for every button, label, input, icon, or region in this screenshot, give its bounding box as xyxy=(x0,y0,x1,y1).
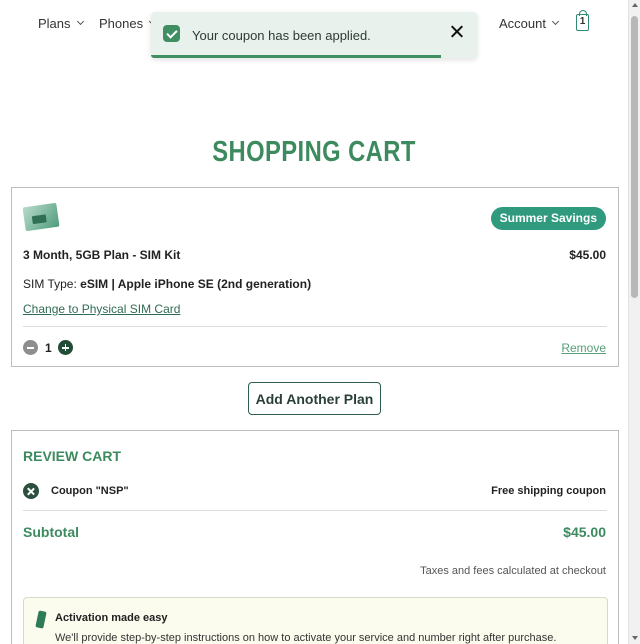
check-icon xyxy=(163,25,180,42)
review-cart-card: REVIEW CART Coupon "NSP" Free shipping c… xyxy=(11,430,619,644)
cart-bag-icon[interactable]: 1 xyxy=(576,10,589,31)
chevron-down-icon xyxy=(76,17,84,26)
item-name: 3 Month, 5GB Plan - SIM Kit xyxy=(23,248,181,262)
nav-phones[interactable]: Phones xyxy=(99,16,157,31)
sim-type: SIM Type: eSIM | Apple iPhone SE (2nd ge… xyxy=(23,277,311,291)
divider xyxy=(23,510,607,511)
scroll-down-arrow-icon[interactable] xyxy=(632,636,638,640)
remove-coupon-icon[interactable] xyxy=(23,483,39,499)
nav-account[interactable]: Account xyxy=(499,16,560,31)
sim-type-label: SIM Type: xyxy=(23,277,81,291)
cart-count: 1 xyxy=(579,16,586,27)
sim-type-value: eSIM | Apple iPhone SE (2nd generation) xyxy=(80,277,312,291)
change-sim-link[interactable]: Change to Physical SIM Card xyxy=(23,302,180,316)
sim-kit-image xyxy=(22,202,60,232)
quantity-increase-button[interactable] xyxy=(58,340,73,355)
divider xyxy=(23,326,607,327)
nav-plans[interactable]: Plans xyxy=(38,16,84,31)
activation-title: Activation made easy xyxy=(55,612,168,624)
subtotal-label: Subtotal xyxy=(23,524,79,540)
item-price: $45.00 xyxy=(569,248,606,262)
review-cart-title: REVIEW CART xyxy=(23,448,121,464)
quantity-decrease-button[interactable] xyxy=(23,340,38,355)
subtotal-value: $45.00 xyxy=(563,524,606,540)
close-icon[interactable] xyxy=(447,22,467,42)
tax-note: Taxes and fees calculated at checkout xyxy=(420,565,606,577)
nav-phones-label: Phones xyxy=(99,16,144,31)
page-title: SHOPPING CART xyxy=(212,136,416,168)
add-another-plan-button[interactable]: Add Another Plan xyxy=(248,382,381,415)
cart-item-card: Summer Savings 3 Month, 5GB Plan - SIM K… xyxy=(11,187,619,367)
phone-icon xyxy=(35,610,47,629)
scroll-up-arrow-icon[interactable] xyxy=(632,3,638,7)
nav-plans-label: Plans xyxy=(38,16,71,31)
scrollbar-thumb[interactable] xyxy=(631,16,638,298)
coupon-label: Coupon "NSP" xyxy=(51,485,129,497)
toast-message: Your coupon has been applied. xyxy=(192,28,371,43)
coupon-toast: Your coupon has been applied. xyxy=(151,12,477,58)
chevron-down-icon xyxy=(551,17,560,26)
activation-notice: Activation made easy We'll provide step-… xyxy=(23,597,608,644)
remove-link[interactable]: Remove xyxy=(561,341,606,355)
coupon-value: Free shipping coupon xyxy=(491,485,606,497)
quantity-value: 1 xyxy=(45,341,52,355)
promo-badge: Summer Savings xyxy=(490,207,606,230)
activation-text: We'll provide step-by-step instructions … xyxy=(55,632,557,644)
toast-progress-bar xyxy=(151,55,442,58)
page-scrollbar[interactable] xyxy=(628,0,640,644)
nav-account-label: Account xyxy=(499,16,546,31)
